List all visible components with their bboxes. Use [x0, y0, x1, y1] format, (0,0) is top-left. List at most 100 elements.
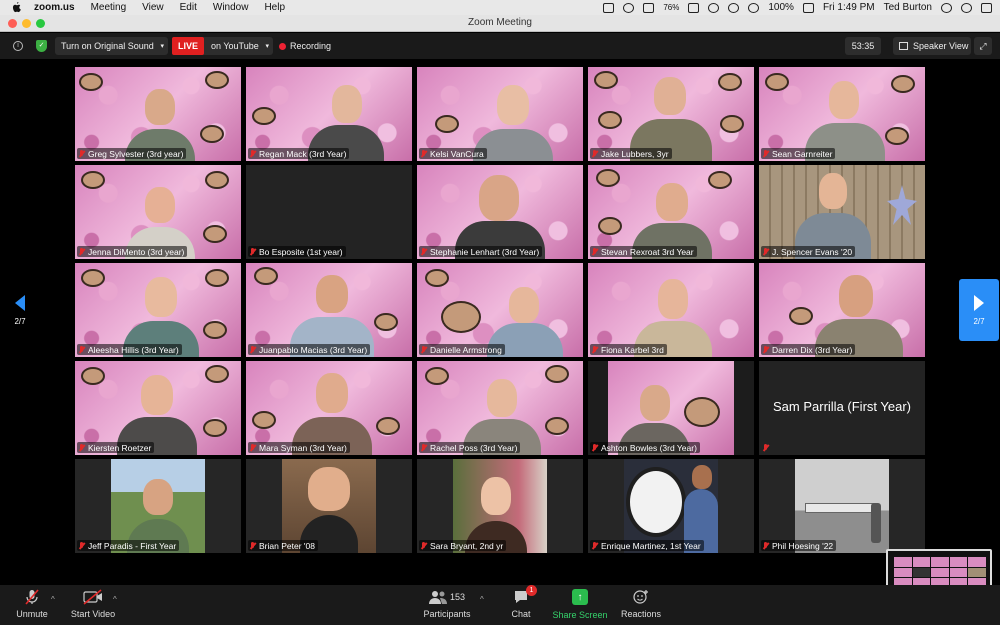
participant-nametag: Ashton Bowles (3rd Year)	[590, 442, 700, 453]
live-stream-button[interactable]: LIVE on YouTube ▾	[172, 37, 273, 55]
muted-mic-icon	[762, 541, 769, 550]
participant-tile[interactable]: Phil Hoesing '22	[759, 459, 925, 553]
participant-tile[interactable]: Stevan Rexroat 3rd Year	[588, 165, 754, 259]
audio-options-chevron-icon[interactable]: ^	[51, 595, 55, 604]
video-options-chevron-icon[interactable]: ^	[113, 595, 117, 604]
menu-view[interactable]: View	[142, 2, 164, 13]
unmute-button[interactable]: Unmute	[16, 589, 48, 619]
chevron-down-icon[interactable]: ▾	[265, 42, 269, 50]
chevron-down-icon[interactable]: ▾	[160, 42, 164, 50]
smiley-plus-icon	[633, 590, 648, 604]
participant-tile[interactable]: Jake Lubbers, 3yr	[588, 67, 754, 161]
participant-display-name: Sam Parrilla (First Year)	[773, 399, 911, 414]
participant-tile[interactable]: Jeff Paradis - First Year	[75, 459, 241, 553]
fullscreen-icon: ⤢	[979, 40, 987, 51]
participant-tile[interactable]: Jenna DiMento (3rd year)	[75, 165, 241, 259]
participant-tile[interactable]: Regan Mack (3rd Year)	[246, 67, 412, 161]
info-icon[interactable]: i	[13, 41, 23, 51]
share-screen-button[interactable]: ↑ Share Screen	[552, 589, 608, 620]
participant-tile[interactable]: Sara Bryant, 2nd yr	[417, 459, 583, 553]
participant-tile[interactable]: J. Spencer Evans '20	[759, 165, 925, 259]
user-name[interactable]: Ted Burton	[884, 2, 932, 13]
start-video-button[interactable]: Start Video	[70, 589, 116, 619]
participant-tile[interactable]: Darren Dix (3rd Year)	[759, 263, 925, 357]
participant-nametag: Danielle Armstrong	[419, 344, 505, 355]
participant-name: Darren Dix (3rd Year)	[772, 344, 853, 355]
participant-tile[interactable]: Juanpablo Macias (3rd Year)	[246, 263, 412, 357]
participant-tile[interactable]: Brian Peter '08	[246, 459, 412, 553]
participant-tile[interactable]: Mara Syman (3rd Year)	[246, 361, 412, 455]
previous-page-button[interactable]: 2/7	[0, 279, 40, 341]
airplane-wing	[805, 503, 875, 513]
original-sound-button[interactable]: Turn on Original Sound ▾	[55, 37, 168, 55]
participant-tile[interactable]: Rachel Poss (3rd Year)	[417, 361, 583, 455]
page-indicator-right: 2/7	[973, 316, 985, 326]
participant-nametag: Greg Sylvester (3rd year)	[77, 148, 187, 159]
participant-name: Kelsi VanCura	[430, 148, 484, 159]
clock[interactable]: Fri 1:49 PM	[823, 2, 875, 13]
menu-window[interactable]: Window	[213, 2, 249, 13]
window-title: Zoom Meeting	[468, 17, 532, 28]
cloud-tray-icon[interactable]	[643, 2, 655, 13]
participants-options-chevron-icon[interactable]: ^	[480, 595, 484, 604]
reactions-button[interactable]: Reactions	[620, 589, 662, 619]
next-page-button[interactable]: 2/7	[959, 279, 999, 341]
participant-tile[interactable]: Fiona Karbel 3rd	[588, 263, 754, 357]
zoom-tray-icon[interactable]	[603, 2, 615, 13]
menu-help[interactable]: Help	[264, 2, 285, 13]
participant-tile[interactable]: Enrique Martinez, 1st Year	[588, 459, 754, 553]
arrow-left-icon	[15, 294, 25, 311]
search-icon[interactable]	[941, 2, 952, 13]
menu-app-name[interactable]: zoom.us	[34, 2, 75, 13]
security-shield-icon[interactable]: ✓	[36, 40, 47, 52]
participant-name: Jenna DiMento (3rd year)	[88, 246, 185, 257]
fullscreen-button[interactable]: ⤢	[974, 37, 992, 55]
battery-icon[interactable]	[802, 2, 814, 13]
participant-tile[interactable]: Aleesha Hillis (3rd Year)	[75, 263, 241, 357]
chat-button[interactable]: 1 Chat	[508, 585, 537, 619]
participants-button[interactable]: 153 Participants	[422, 589, 472, 619]
participant-tile[interactable]: Stephanie Lenhart (3rd Year)	[417, 165, 583, 259]
participant-nametag	[761, 442, 775, 453]
control-center-icon[interactable]	[981, 2, 992, 13]
siri-icon[interactable]	[961, 2, 972, 13]
reactions-label: Reactions	[620, 609, 662, 619]
sync-tray-icon[interactable]	[623, 2, 635, 13]
apple-menu-icon[interactable]	[12, 2, 22, 13]
menu-meeting[interactable]: Meeting	[91, 2, 127, 13]
participant-nametag: Kiersten Roetzer	[77, 442, 155, 453]
grid-view-icon	[899, 42, 908, 50]
participant-tile[interactable]: Sean Garnreiter	[759, 67, 925, 161]
participant-name: Fiona Karbel 3rd	[601, 344, 664, 355]
muted-mic-icon	[420, 149, 427, 158]
chat-label: Chat	[511, 609, 531, 619]
participant-tile[interactable]: Kiersten Roetzer	[75, 361, 241, 455]
time-machine-icon[interactable]	[708, 2, 720, 13]
start-video-label: Start Video	[70, 609, 116, 619]
muted-mic-icon	[762, 443, 769, 452]
participant-name: Juanpablo Macias (3rd Year)	[259, 344, 368, 355]
recording-indicator[interactable]: Recording	[279, 37, 341, 55]
participant-tile[interactable]: Bo Esposite (1st year)	[246, 165, 412, 259]
participant-name: Brian Peter '08	[259, 540, 315, 551]
participant-nametag: Juanpablo Macias (3rd Year)	[248, 344, 371, 355]
muted-mic-icon	[420, 541, 427, 550]
muted-mic-icon	[249, 247, 256, 256]
bluetooth-icon[interactable]	[728, 2, 740, 13]
participant-nametag: Brian Peter '08	[248, 540, 318, 551]
participant-tile[interactable]: Sam Parrilla (First Year)	[759, 361, 925, 455]
participant-tile[interactable]: Danielle Armstrong	[417, 263, 583, 357]
participant-name: Regan Mack (3rd Year)	[259, 148, 347, 159]
muted-mic-icon	[78, 541, 85, 550]
participant-nametag: Stephanie Lenhart (3rd Year)	[419, 246, 543, 257]
mac-menu-bar: zoom.us Meeting View Edit Window Help 76…	[0, 0, 1000, 15]
participant-tile[interactable]: Kelsi VanCura	[417, 67, 583, 161]
participant-name: Greg Sylvester (3rd year)	[88, 148, 184, 159]
participant-tile[interactable]: Greg Sylvester (3rd year)	[75, 67, 241, 161]
speaker-view-button[interactable]: Speaker View	[893, 37, 971, 55]
menu-edit[interactable]: Edit	[180, 2, 197, 13]
participant-tile[interactable]: Ashton Bowles (3rd Year)	[588, 361, 754, 455]
text-input-icon[interactable]	[688, 2, 700, 13]
wifi-icon[interactable]	[748, 2, 760, 13]
people-icon	[428, 591, 447, 604]
